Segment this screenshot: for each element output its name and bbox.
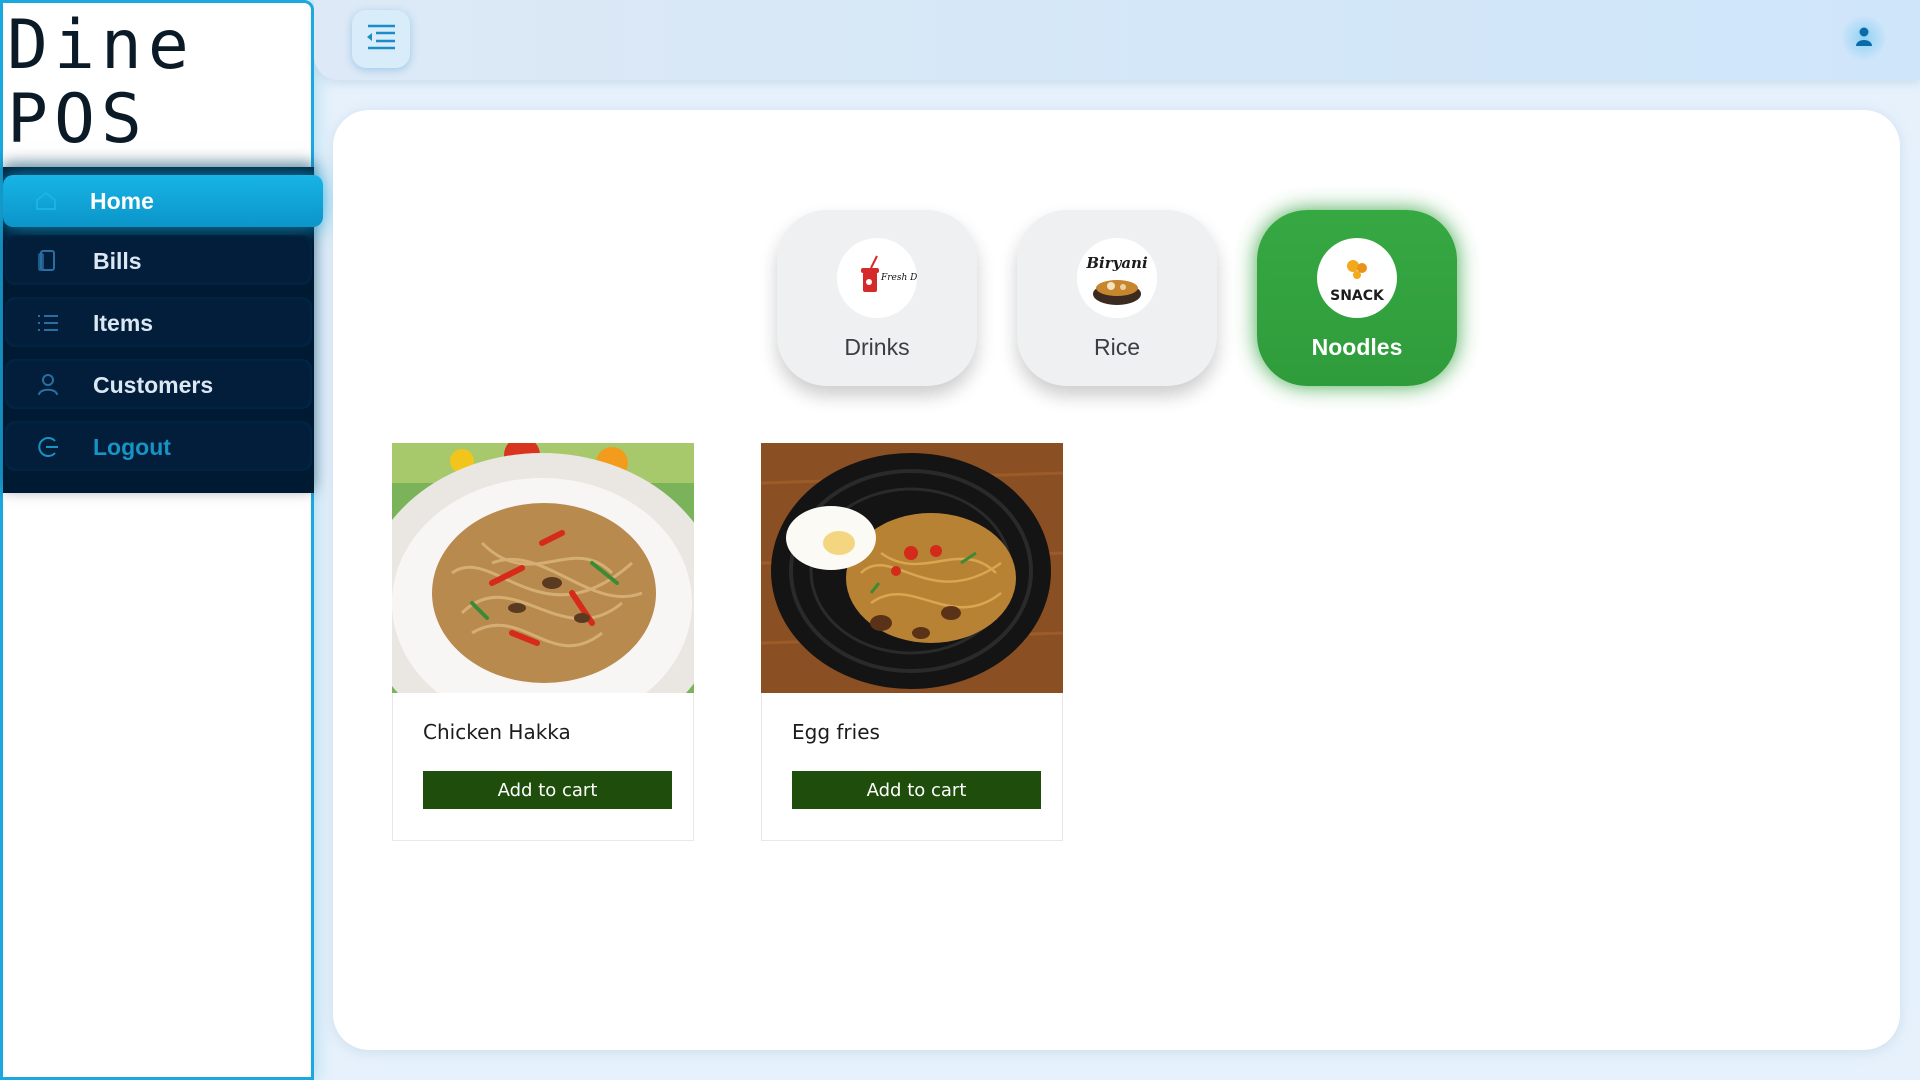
category-label: Noodles <box>1311 334 1403 360</box>
top-bar <box>314 0 1920 80</box>
brand-line-2: POS <box>7 80 148 159</box>
main-panel: Fresh Drink Drinks Biryani Rice SNACK <box>333 110 1900 1050</box>
drinks-logo-icon: Fresh Drink <box>837 238 917 318</box>
sidebar-item-items[interactable]: Items <box>5 297 312 347</box>
sidebar-item-bills[interactable]: Bills <box>5 235 312 285</box>
category-label: Rice <box>1093 334 1140 360</box>
user-profile-button[interactable] <box>1842 16 1886 60</box>
noodles-logo-icon: SNACK <box>1317 238 1397 318</box>
sidebar: Dine POS Home Bills Items Customers Logo… <box>0 0 323 1080</box>
bill-icon <box>35 248 61 274</box>
egg-fries-image <box>761 443 1063 693</box>
sidebar-nav: Home Bills Items Customers Logout <box>3 167 323 493</box>
svg-text:Fresh Drink: Fresh Drink <box>880 273 917 283</box>
sidebar-item-label: Bills <box>93 248 142 274</box>
list-icon <box>35 310 61 336</box>
sidebar-item-label: Logout <box>93 434 171 460</box>
chicken-hakka-image <box>392 443 694 693</box>
sidebar-item-customers[interactable]: Customers <box>5 359 312 409</box>
user-avatar-icon <box>1852 24 1876 52</box>
product-card: Chicken Hakka Add to cart <box>392 443 694 841</box>
svg-text:Biryani: Biryani <box>1085 254 1148 272</box>
user-icon <box>35 372 61 398</box>
home-icon <box>33 188 59 214</box>
add-to-cart-button[interactable]: Add to cart <box>423 771 672 809</box>
sidebar-item-label: Home <box>90 188 154 214</box>
sidebar-item-home[interactable]: Home <box>3 175 323 227</box>
brand-line-1: Dine <box>7 6 195 85</box>
svg-text:SNACK: SNACK <box>1330 288 1385 304</box>
sidebar-item-label: Items <box>93 310 154 336</box>
add-to-cart-button[interactable]: Add to cart <box>792 771 1041 809</box>
sidebar-item-label: Customers <box>93 372 214 398</box>
rice-logo-icon: Biryani <box>1077 238 1157 318</box>
menu-toggle-button[interactable] <box>352 10 410 68</box>
logout-icon <box>35 434 61 460</box>
category-noodles[interactable]: SNACK Noodles <box>1257 210 1457 386</box>
product-card: Egg fries Add to cart <box>761 443 1063 841</box>
category-drinks[interactable]: Fresh Drink Drinks <box>777 210 977 386</box>
product-name: Egg fries <box>792 720 880 744</box>
category-label: Drinks <box>844 334 910 360</box>
sidebar-item-logout[interactable]: Logout <box>5 421 312 471</box>
category-rice[interactable]: Biryani Rice <box>1017 210 1217 386</box>
menu-collapse-icon <box>364 23 398 55</box>
product-name: Chicken Hakka <box>423 720 571 744</box>
brand-logo: Dine POS <box>7 9 195 157</box>
